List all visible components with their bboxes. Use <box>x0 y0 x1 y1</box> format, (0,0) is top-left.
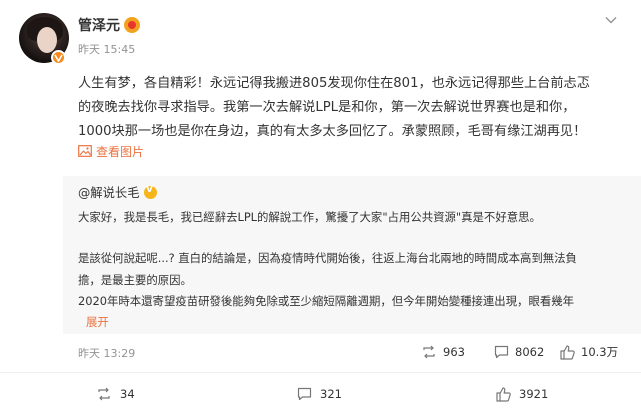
post-timestamp[interactable]: 昨天 15:45 <box>78 41 135 57</box>
comment-count: 321 <box>320 387 342 401</box>
repost-icon <box>423 345 435 359</box>
retweet-repost-count: 963 <box>443 345 465 359</box>
member-badge-icon[interactable] <box>124 17 140 33</box>
retweet-footer: 昨天 13:29 963 8062 10.3万 <box>63 341 641 363</box>
footer-divider <box>0 372 641 373</box>
retweet-author-row: @解说长毛 <box>78 183 157 201</box>
thumbs-up-icon <box>496 386 511 402</box>
repost-button[interactable]: 34 <box>96 385 135 403</box>
post-text-line: 人生有梦，各自精彩！永远记得我搬进805发现你住在801，也永远记得那些上台前忐… <box>78 76 590 91</box>
retweet-repost-button[interactable]: 963 <box>421 343 465 361</box>
verified-badge-icon <box>51 50 66 65</box>
retweet-comment-count: 8062 <box>515 345 545 359</box>
gold-verified-icon <box>143 185 157 199</box>
avatar-face <box>37 27 57 53</box>
retweet-timestamp[interactable]: 昨天 13:29 <box>78 345 135 361</box>
author-row: 管泽元 <box>78 15 140 35</box>
retweet-comment-button[interactable]: 8062 <box>494 343 544 361</box>
post-text-line: 1000块那一场也是你在身边，真的有太多太多回忆了。承蒙照顾，毛哥有缘江湖再见！ <box>78 124 587 139</box>
repost-icon <box>98 387 110 401</box>
post-text: 人生有梦，各自精彩！永远记得我搬进805发现你住在801，也永远记得那些上台前忐… <box>78 72 626 144</box>
retweet-author[interactable]: @解说长毛 <box>78 183 140 201</box>
like-count: 3921 <box>519 387 549 401</box>
retweet-text-line: 是該從何說起呢...? 直白的結論是，因為疫情時代開始後，往返上海台北兩地的時間… <box>78 251 577 265</box>
comment-button[interactable]: 321 <box>297 385 342 403</box>
weibo-post-card: 管泽元 昨天 15:45 人生有梦，各自精彩！永远记得我搬进805发现你住在80… <box>0 0 641 413</box>
like-button[interactable]: 3921 <box>496 385 548 403</box>
repost-count: 34 <box>120 387 135 401</box>
view-image-link[interactable]: 查看图片 <box>78 143 144 159</box>
expand-link[interactable]: 展开 <box>86 314 109 330</box>
post-text-line: 的夜晚去找你寻求指导。我第一次去解说LPL是和你，第一次去解说世界赛也是和你， <box>78 100 576 115</box>
retweet-like-button[interactable]: 10.3万 <box>560 343 618 361</box>
retweet-text-line: 擔，是最主要的原因。 <box>78 273 192 287</box>
chevron-down-icon[interactable] <box>604 13 618 27</box>
comment-icon <box>297 387 312 401</box>
image-icon <box>78 145 92 157</box>
view-image-label: 查看图片 <box>96 144 145 159</box>
retweet-like-count: 10.3万 <box>581 345 619 359</box>
post-footer: 34 321 3921 <box>0 381 641 407</box>
author-name[interactable]: 管泽元 <box>78 15 120 35</box>
retweet-text-line: 大家好，我是長毛，我已經辭去LPL的解說工作，驚擾了大家"占用公共資源"真是不好… <box>78 210 541 224</box>
thumbs-up-icon <box>560 344 575 360</box>
comment-icon <box>494 345 509 359</box>
retweet-text-line: 2020年時本還寄望疫苗研發後能夠免除或至少縮短隔離週期，但今年開始變種接連出現… <box>78 294 575 308</box>
retweet-block[interactable]: @解说长毛 大家好，我是長毛，我已經辭去LPL的解說工作，驚擾了大家"占用公共資… <box>63 176 641 334</box>
